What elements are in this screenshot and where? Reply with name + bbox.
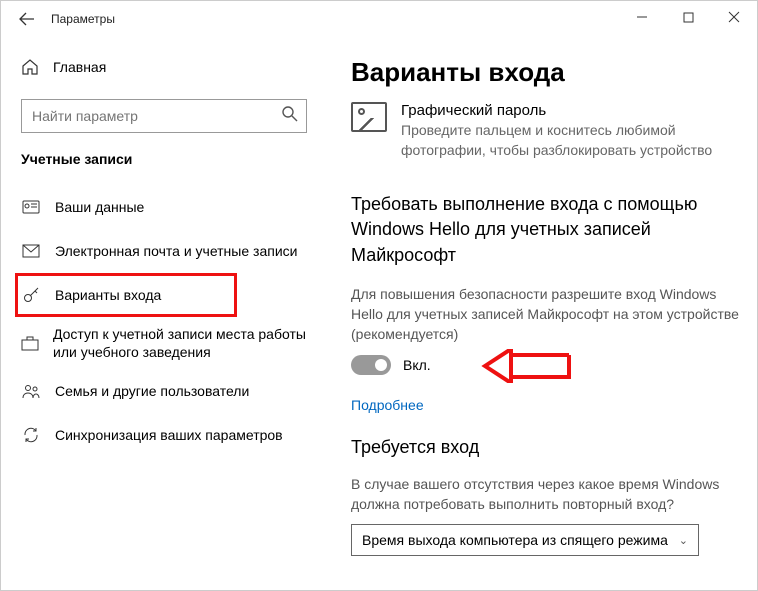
nav-label: Доступ к учетной записи места работы или… [53, 325, 321, 361]
nav-signin-options[interactable]: Варианты входа [15, 273, 237, 317]
id-card-icon [21, 200, 41, 214]
page-heading: Варианты входа [351, 57, 739, 88]
search-box[interactable] [21, 99, 307, 133]
require-signin-select[interactable]: Время выхода компьютера из спящего режим… [351, 524, 699, 556]
back-button[interactable] [11, 3, 43, 35]
home-label: Главная [53, 59, 106, 75]
section-title: Учетные записи [21, 151, 321, 167]
picture-password-desc: Проведите пальцем и коснитесь любимой фо… [401, 121, 739, 160]
sidebar: Главная Учетные записи Ваши данные Элект… [1, 37, 333, 590]
home-icon [21, 58, 39, 76]
minimize-button[interactable] [619, 1, 665, 33]
key-icon [21, 286, 41, 304]
close-icon [728, 11, 740, 23]
maximize-button[interactable] [665, 1, 711, 33]
sync-icon [21, 426, 41, 444]
nav-your-info[interactable]: Ваши данные [21, 185, 321, 229]
home-link[interactable]: Главная [21, 45, 321, 89]
close-button[interactable] [711, 1, 757, 33]
nav-label: Варианты входа [55, 286, 161, 304]
nav-label: Семья и другие пользователи [55, 382, 249, 400]
require-signin-heading: Требуется вход [351, 437, 739, 458]
select-value: Время выхода компьютера из спящего режим… [362, 532, 668, 548]
nav-label: Ваши данные [55, 198, 144, 216]
annotation-arrow [481, 349, 571, 386]
nav-label: Синхронизация ваших параметров [55, 426, 283, 444]
window-title: Параметры [51, 12, 115, 26]
briefcase-icon [21, 335, 39, 351]
hello-heading: Требовать выполнение входа с помощью Win… [351, 192, 739, 268]
hello-toggle[interactable] [351, 355, 391, 375]
maximize-icon [683, 12, 694, 23]
nav-work-school[interactable]: Доступ к учетной записи места работы или… [21, 317, 321, 369]
search-input[interactable] [21, 99, 307, 133]
nav-label: Электронная почта и учетные записи [55, 242, 297, 260]
hello-desc: Для повышения безопасности разрешите вхо… [351, 284, 739, 345]
titlebar: Параметры [1, 1, 757, 37]
chevron-down-icon: ⌄ [679, 534, 688, 547]
people-icon [21, 383, 41, 399]
nav-email-accounts[interactable]: Электронная почта и учетные записи [21, 229, 321, 273]
learn-more-link[interactable]: Подробнее [351, 397, 424, 413]
nav-sync[interactable]: Синхронизация ваших параметров [21, 413, 321, 457]
require-signin-question: В случае вашего отсутствия через какое в… [351, 474, 739, 515]
minimize-icon [636, 11, 648, 23]
picture-icon [351, 102, 387, 132]
mail-icon [21, 244, 41, 258]
toggle-label: Вкл. [403, 357, 431, 373]
content-pane: Варианты входа Графический пароль Провед… [333, 37, 757, 590]
picture-password-option[interactable]: Графический пароль Проведите пальцем и к… [351, 102, 739, 160]
picture-password-title: Графический пароль [401, 102, 739, 119]
arrow-left-icon [19, 11, 35, 27]
nav-family[interactable]: Семья и другие пользователи [21, 369, 321, 413]
